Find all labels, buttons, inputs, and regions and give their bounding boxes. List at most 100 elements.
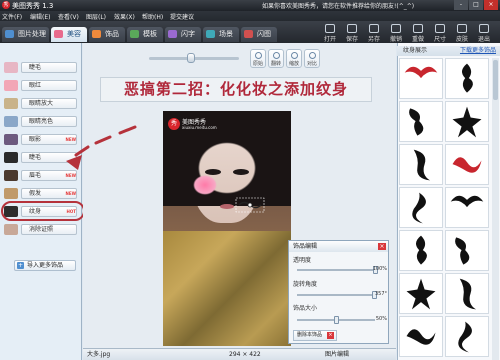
tab-beauty[interactable]: 美容 [51, 27, 87, 42]
tattoo-design-icon [450, 195, 484, 207]
zoom-slider-knob[interactable] [187, 53, 195, 63]
tattoo-design-icon [404, 66, 438, 78]
opacity-value: 100% [372, 266, 387, 272]
status-filename: 大多.jpg [87, 351, 111, 358]
watermark-url: xiuxiu.meitu.com [182, 125, 217, 130]
tattoo-thumbnail[interactable] [445, 101, 489, 142]
import-label: 导入更多饰品 [27, 262, 64, 269]
tattoo-thumbnail[interactable] [445, 144, 489, 185]
tab-flash-image[interactable]: 闪图 [241, 27, 277, 42]
template-icon [130, 30, 139, 38]
flip-label: 翻转 [270, 61, 281, 67]
menu-feedback[interactable]: 提交建议 [170, 12, 194, 21]
wig-thumb-icon [4, 188, 18, 199]
tab-templates[interactable]: 模板 [127, 27, 163, 42]
folder-icon [325, 24, 335, 33]
zoom-icon [290, 52, 298, 59]
tattoo-sticker-icon[interactable] [235, 197, 265, 213]
menu-effect[interactable]: 效果(X) [114, 12, 135, 21]
feature-item[interactable]: 消除证照 [2, 223, 80, 236]
tattoo-thumbnail[interactable] [445, 273, 489, 314]
menu-file[interactable]: 文件(F) [2, 12, 22, 21]
accessory-icon [92, 30, 101, 38]
dialog-close-button[interactable]: × [378, 243, 386, 250]
feature-item[interactable]: 眼睛放大 [2, 97, 80, 110]
tattoo-thumbnail[interactable] [445, 187, 489, 228]
skin-icon [457, 24, 467, 33]
tab-flash-text[interactable]: 闪字 [165, 27, 201, 42]
flip-icon [272, 52, 280, 59]
download-more-link[interactable]: 下载更多饰品 [460, 46, 496, 56]
zoom-label: 缩放 [288, 61, 299, 67]
tattoo-thumbnail[interactable] [399, 101, 443, 142]
flip-button[interactable]: 翻转 [268, 49, 284, 68]
zoom-button[interactable]: 缩放 [286, 49, 302, 68]
size-label: 尺寸 [433, 36, 446, 43]
size-button[interactable]: 尺寸 [430, 23, 450, 43]
tattoo-design-icon [413, 149, 431, 180]
tattoo-thumbnail[interactable] [445, 230, 489, 271]
delete-accessory-button[interactable]: 删除本饰品 × [293, 330, 337, 341]
minimize-button[interactable]: - [454, 0, 468, 10]
opacity-slider[interactable] [297, 269, 375, 271]
tattoo-thumbnail[interactable] [399, 187, 443, 228]
tattoo-thumbnail[interactable] [399, 144, 443, 185]
feature-label: 睫毛 [21, 62, 77, 73]
compare-button[interactable]: 对比 [304, 49, 320, 68]
eye-thumb-icon [4, 116, 18, 127]
tattoo-thumbnail[interactable] [399, 316, 443, 357]
feature-item[interactable]: 眼红 [2, 79, 80, 92]
delete-label: 删除本饰品 [297, 332, 323, 338]
brow-thumb-icon [4, 170, 18, 181]
tab-scenes[interactable]: 场景 [203, 27, 239, 42]
tattoo-thumbnail[interactable] [399, 230, 443, 271]
tattoo-design-icon [452, 156, 482, 173]
exit-button[interactable]: 退出 [474, 23, 494, 43]
tattoo-thumbnail[interactable] [445, 316, 489, 357]
edited-photo[interactable]: 秀 美图秀秀 xiuxiu.meitu.com [163, 111, 291, 346]
rotation-slider[interactable] [297, 294, 375, 296]
save-as-button[interactable]: 另存 [364, 23, 384, 43]
undo-label: 撤销 [389, 36, 402, 43]
scrollbar-thumb[interactable] [493, 60, 498, 100]
redo-button[interactable]: 重做 [408, 23, 428, 43]
tattoo-design-icon [412, 192, 427, 223]
menu-view[interactable]: 查看(V) [58, 12, 79, 21]
tab-image-processing[interactable]: 图片处理 [2, 27, 49, 42]
feature-label: 消除证照 [21, 224, 77, 235]
tab-label: 模板 [143, 30, 157, 38]
tab-label: 场景 [219, 30, 233, 38]
tattoo-design-icon [455, 236, 470, 265]
canvas-controls: 原始 翻转 缩放 对比 [83, 47, 396, 69]
open-button[interactable]: 打开 [320, 23, 340, 43]
tattoo-design-icon [452, 106, 482, 137]
tattoo-design-icon [409, 107, 424, 136]
skin-button[interactable]: 皮肤 [452, 23, 472, 43]
size-knob[interactable] [334, 316, 339, 324]
text-icon [168, 30, 177, 38]
blush-mark [193, 175, 217, 195]
gallery-scrollbar[interactable] [492, 58, 499, 360]
original-button[interactable]: 原始 [250, 49, 266, 68]
eye-shadow-thumb-icon [4, 134, 18, 145]
menu-layer[interactable]: 图层(L) [86, 12, 106, 21]
save-button[interactable]: 保存 [342, 23, 362, 43]
resize-icon [435, 24, 445, 33]
lash-thumb-icon [4, 152, 18, 163]
left-eye [205, 169, 221, 175]
menu-edit[interactable]: 编辑(E) [30, 12, 50, 21]
title-tip: 如果你喜欢美图秀秀，请您在软件推荐给你的朋友!(^_^) [262, 3, 415, 10]
tab-accessories[interactable]: 饰品 [89, 27, 125, 42]
eye-thumb-icon [4, 98, 18, 109]
import-more-button[interactable]: + 导入更多饰品 [14, 260, 76, 271]
tattoo-thumbnail[interactable] [399, 273, 443, 314]
undo-button[interactable]: 撤销 [386, 23, 406, 43]
menu-help[interactable]: 帮助(H) [142, 12, 163, 21]
tab-label: 闪图 [257, 30, 271, 38]
maximize-button[interactable]: □ [469, 0, 483, 10]
close-button[interactable]: × [484, 0, 498, 10]
tattoo-thumbnail[interactable] [399, 58, 443, 99]
status-mode: 图片编辑 [325, 351, 350, 358]
feature-item[interactable]: 睫毛 [2, 61, 80, 74]
tattoo-thumbnail[interactable] [445, 58, 489, 99]
